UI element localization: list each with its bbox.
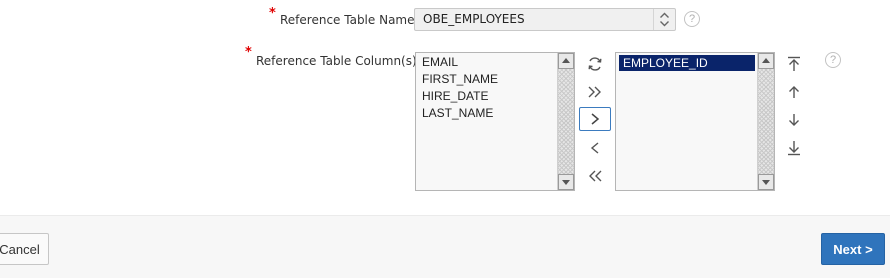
reference-table-name-value: OBE_EMPLOYEES: [423, 12, 525, 26]
next-button[interactable]: Next >: [821, 233, 885, 265]
move-up-icon[interactable]: [778, 80, 810, 104]
list-item[interactable]: LAST_NAME: [422, 106, 493, 120]
move-bottom-icon[interactable]: [778, 136, 810, 160]
scroll-down-icon[interactable]: [558, 174, 574, 190]
move-icon[interactable]: [579, 107, 611, 131]
form-region: * Reference Table Name OBE_EMPLOYEES ? *…: [0, 0, 890, 215]
scroll-up-icon[interactable]: [758, 53, 774, 69]
required-marker: *: [269, 6, 276, 21]
available-columns-list[interactable]: EMAIL FIRST_NAME HIRE_DATE LAST_NAME: [415, 52, 575, 191]
list-item[interactable]: HIRE_DATE: [422, 89, 488, 103]
move-down-icon[interactable]: [778, 108, 810, 132]
vertical-scrollbar[interactable]: [757, 53, 774, 190]
selected-columns-list[interactable]: EMPLOYEE_ID: [615, 52, 775, 191]
vertical-scrollbar[interactable]: [557, 53, 574, 190]
cancel-button[interactable]: Cancel: [0, 233, 49, 265]
list-item[interactable]: EMAIL: [422, 55, 458, 69]
remove-icon[interactable]: [579, 136, 611, 160]
reference-table-columns-label: Reference Table Column(s): [256, 54, 417, 68]
reference-table-name-select[interactable]: OBE_EMPLOYEES: [414, 8, 676, 31]
list-item[interactable]: EMPLOYEE_ID: [619, 55, 755, 71]
reset-icon[interactable]: [579, 52, 611, 76]
wizard-footer: [0, 215, 890, 278]
help-icon[interactable]: ?: [684, 11, 700, 27]
list-item[interactable]: FIRST_NAME: [422, 72, 498, 86]
move-top-icon[interactable]: [778, 52, 810, 76]
remove-all-icon[interactable]: [579, 164, 611, 188]
reference-table-name-label: Reference Table Name: [280, 13, 415, 27]
select-arrows-icon: [653, 9, 675, 30]
move-all-icon[interactable]: [579, 80, 611, 104]
help-icon[interactable]: ?: [825, 52, 841, 68]
required-marker: *: [245, 45, 252, 60]
scroll-up-icon[interactable]: [558, 53, 574, 69]
scroll-down-icon[interactable]: [758, 174, 774, 190]
